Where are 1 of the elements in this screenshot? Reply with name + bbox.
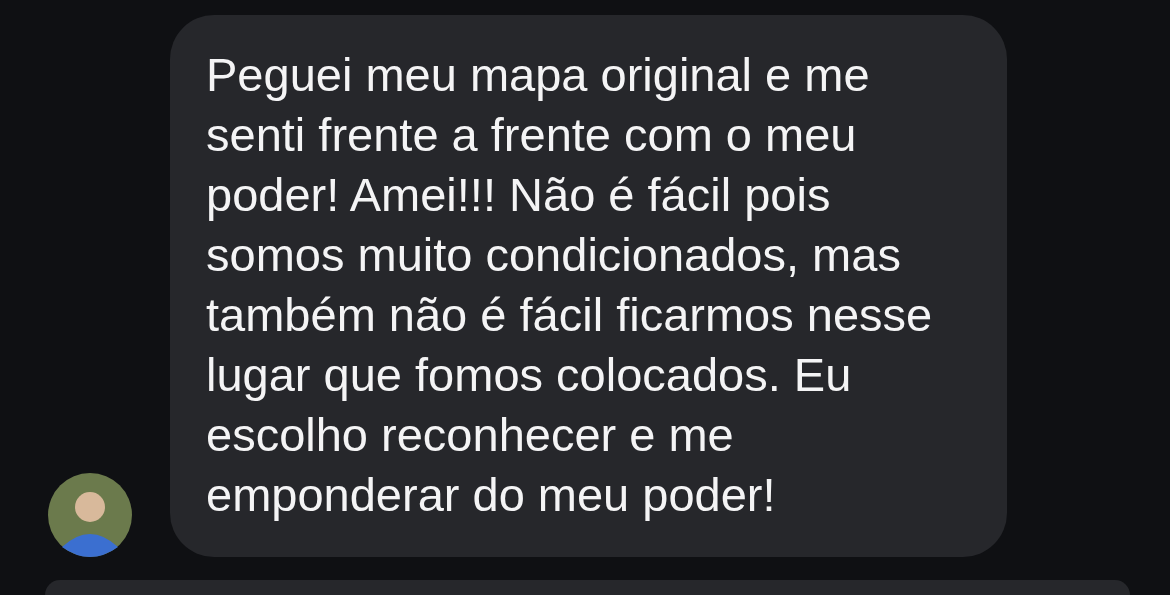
message-text: Peguei meu mapa original e me senti frente a frente com o meu poder! Amei!!! Não é fácil pois somos muito condicionados, mas também não é fácil ficarmos nesse lugar que fomos colocados. Eu escolho reconhecer e me emponderar do meu poder! [206, 47, 934, 523]
